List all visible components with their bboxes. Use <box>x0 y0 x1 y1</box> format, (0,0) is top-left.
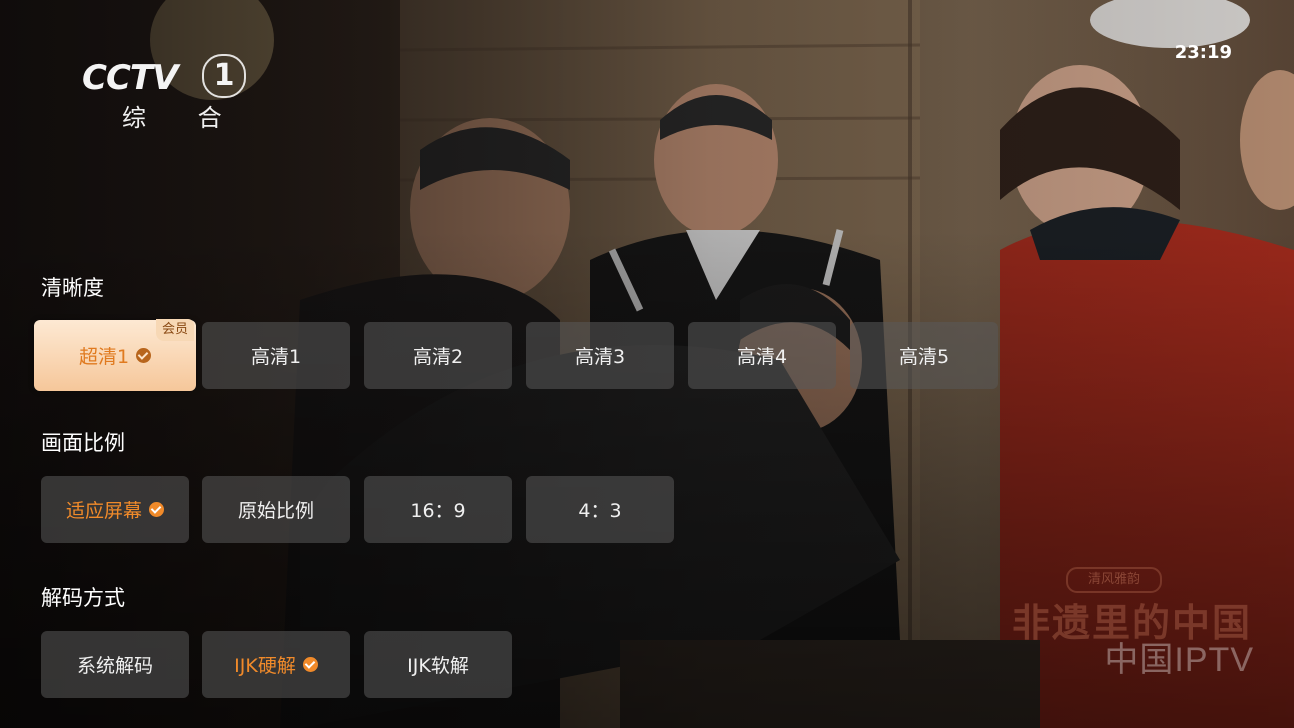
option-label: 高清5 <box>898 346 950 368</box>
aspect-option-16-9[interactable]: 16：9 <box>364 476 512 543</box>
aspect-option-original[interactable]: 原始比例 <box>202 476 350 543</box>
option-label: 原始比例 <box>237 500 314 522</box>
decoder-option-ijk-sw[interactable]: IJK软解 <box>364 631 512 698</box>
option-label: IJK软解 <box>407 655 469 677</box>
check-icon <box>149 502 164 517</box>
check-icon <box>302 657 318 672</box>
resolution-option-3[interactable]: 高清2 <box>364 322 512 389</box>
option-label: 4：3 <box>578 500 622 522</box>
option-label: 高清1 <box>250 346 302 368</box>
resolution-option-4[interactable]: 高清3 <box>526 322 674 389</box>
iptv-watermark: 中国IPTV <box>1104 641 1254 679</box>
option-label: 高清3 <box>574 346 626 368</box>
channel-name: 综 合 <box>122 104 244 132</box>
option-label: 系统解码 <box>76 655 153 677</box>
vip-tag: 会员 <box>155 319 194 341</box>
program-badge: 清风雅韵 <box>1066 567 1162 593</box>
resolution-option-1[interactable]: 会员 超清1 <box>34 319 196 391</box>
channel-logo: CCTV 1 综 合 <box>82 54 248 132</box>
aspect-option-fit-screen[interactable]: 适应屏幕 <box>41 476 189 543</box>
option-label: 16：9 <box>410 500 466 522</box>
clock: 23:19 <box>1174 42 1232 63</box>
resolution-option-2[interactable]: 高清1 <box>202 322 350 389</box>
option-label: 高清2 <box>412 346 464 368</box>
resolution-option-6[interactable]: 高清5 <box>850 322 998 389</box>
channel-brand: CCTV <box>82 58 178 98</box>
option-label: 高清4 <box>736 346 788 368</box>
aspect-option-4-3[interactable]: 4：3 <box>526 476 674 543</box>
decoder-section-title: 解码方式 <box>41 586 125 610</box>
option-label: IJK硬解 <box>234 655 296 677</box>
decoder-option-ijk-hw[interactable]: IJK硬解 <box>202 631 350 698</box>
option-label: 适应屏幕 <box>65 500 142 522</box>
option-label: 超清1 <box>78 346 130 368</box>
resolution-option-5[interactable]: 高清4 <box>688 322 836 389</box>
aspect-ratio-section-title: 画面比例 <box>41 431 125 455</box>
resolution-section-title: 清晰度 <box>41 276 104 300</box>
decoder-option-system[interactable]: 系统解码 <box>41 631 189 698</box>
channel-number: 1 <box>202 54 246 98</box>
check-icon <box>136 348 152 363</box>
